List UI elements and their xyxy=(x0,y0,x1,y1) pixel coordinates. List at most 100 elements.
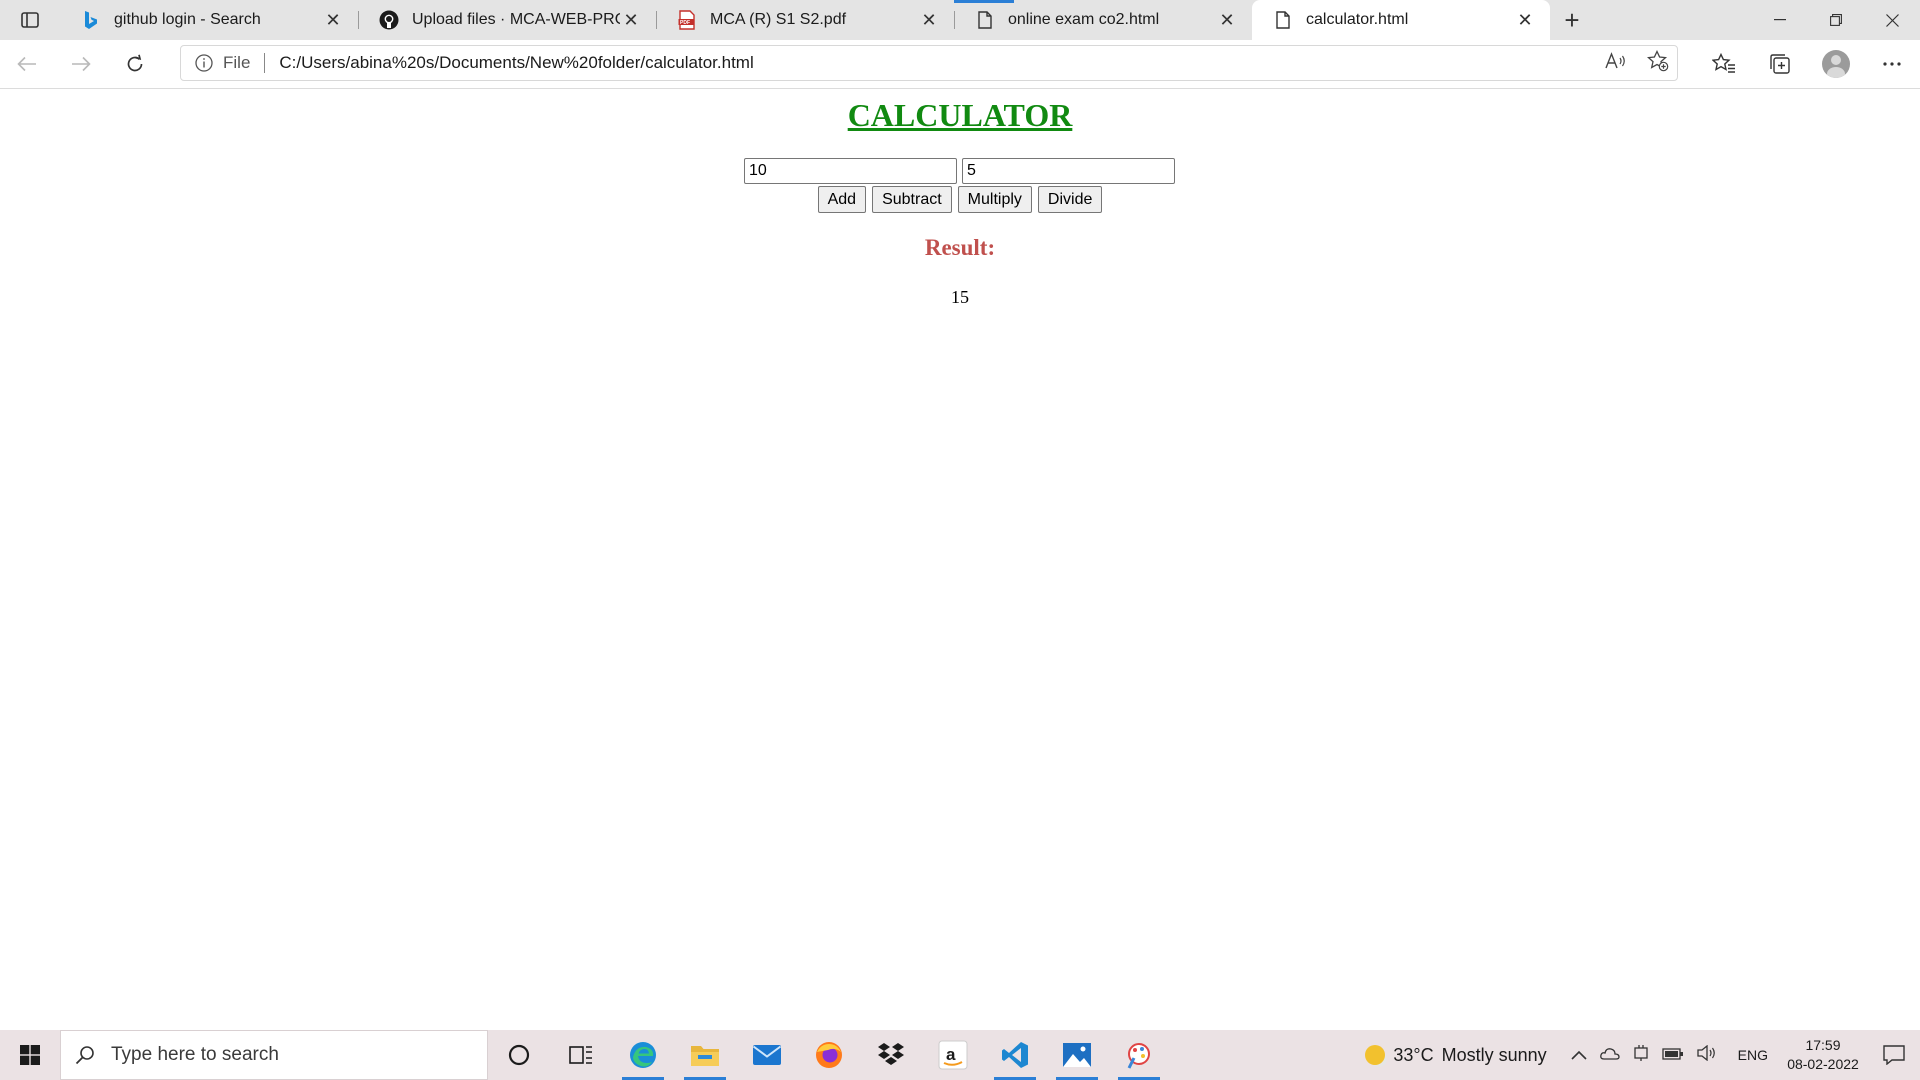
onedrive-icon[interactable] xyxy=(1599,1046,1620,1064)
amazon-icon: a xyxy=(938,1040,968,1070)
clock-time: 17:59 xyxy=(1805,1037,1841,1053)
subtract-button[interactable]: Subtract xyxy=(872,186,952,213)
add-favorite-button[interactable] xyxy=(1646,49,1669,77)
device-icon[interactable] xyxy=(1633,1044,1649,1066)
close-tab-icon[interactable]: ✕ xyxy=(322,9,344,31)
clock[interactable]: 17:59 08-02-2022 xyxy=(1778,1036,1868,1074)
second-number-input[interactable] xyxy=(962,158,1175,184)
start-button[interactable] xyxy=(0,1030,60,1080)
mail-icon xyxy=(752,1045,782,1065)
tab-title: Upload files · MCA-WEB-PROGRAMMING xyxy=(412,11,620,28)
weather-widget[interactable]: 33°C Mostly sunny xyxy=(1365,1044,1547,1066)
file-icon xyxy=(974,9,996,31)
result-heading: Result: xyxy=(924,235,996,260)
restore-button[interactable] xyxy=(1808,0,1864,40)
close-tab-icon[interactable]: ✕ xyxy=(1216,9,1238,31)
pdf-icon: PDF xyxy=(676,9,698,31)
browser-toolbar: File C:/Users/abina%20s/Documents/New%20… xyxy=(0,40,1920,89)
taskbar-app-dropbox[interactable] xyxy=(860,1030,922,1080)
arrow-right-icon xyxy=(72,56,91,72)
notifications-button[interactable] xyxy=(1868,1030,1920,1080)
svg-text:a: a xyxy=(946,1045,956,1064)
file-explorer-icon xyxy=(691,1046,719,1066)
taskbar-app-photos[interactable] xyxy=(1046,1030,1108,1080)
tab-title: online exam co2.html xyxy=(1008,11,1160,28)
star-add-icon xyxy=(1646,49,1669,71)
add-button[interactable]: Add xyxy=(817,186,867,213)
address-separator xyxy=(264,53,266,73)
back-button[interactable] xyxy=(0,40,54,88)
site-info-button[interactable]: File xyxy=(195,53,250,73)
file-icon xyxy=(1272,9,1294,31)
tab-calculator[interactable]: calculator.html ✕ xyxy=(1252,0,1550,40)
language-indicator[interactable]: ENG xyxy=(1738,1047,1768,1063)
refresh-icon xyxy=(127,54,143,72)
taskbar-app-vscode[interactable] xyxy=(984,1030,1046,1080)
close-tab-icon[interactable]: ✕ xyxy=(620,9,642,31)
firefox-icon xyxy=(816,1042,842,1068)
taskbar-app-paint[interactable] xyxy=(1108,1030,1170,1080)
close-window-button[interactable] xyxy=(1864,0,1920,40)
address-bar-actions xyxy=(1605,46,1669,80)
bing-icon xyxy=(80,9,102,31)
read-aloud-button[interactable] xyxy=(1605,51,1627,75)
tab-online-exam[interactable]: online exam co2.html ✕ xyxy=(954,0,1252,40)
toolbar-right xyxy=(1696,40,1920,88)
tab-actions-icon xyxy=(21,12,39,28)
collections-icon xyxy=(1770,54,1790,74)
clock-date: 08-02-2022 xyxy=(1787,1056,1859,1072)
paint-icon xyxy=(1127,1043,1150,1069)
search-icon xyxy=(75,1046,94,1065)
favorites-button[interactable] xyxy=(1696,40,1752,88)
windows-taskbar: Type here to search a 33°C Mostly sunny xyxy=(0,1030,1920,1080)
tab-title: calculator.html xyxy=(1306,11,1409,28)
photos-icon xyxy=(1063,1043,1091,1067)
arrow-left-icon xyxy=(17,56,36,72)
tab-github-login-search[interactable]: github login - Search ✕ xyxy=(60,0,358,40)
tab-title: MCA (R) S1 S2.pdf xyxy=(710,11,847,28)
taskbar-app-file-explorer[interactable] xyxy=(674,1030,736,1080)
window-controls xyxy=(1752,0,1920,40)
taskbar-search-box[interactable]: Type here to search xyxy=(60,1030,488,1080)
chevron-up-icon[interactable] xyxy=(1571,1047,1587,1064)
multiply-button[interactable]: Multiply xyxy=(957,186,1032,213)
settings-menu-button[interactable] xyxy=(1864,40,1920,88)
forward-button[interactable] xyxy=(54,40,108,88)
profile-button[interactable] xyxy=(1808,40,1864,88)
tab-actions-button[interactable] xyxy=(0,0,60,40)
tab-upload-files[interactable]: Upload files · MCA-WEB-PROGRAMMING ✕ xyxy=(358,0,656,40)
tab-loading-indicator xyxy=(954,0,1014,3)
address-bar[interactable]: File C:/Users/abina%20s/Documents/New%20… xyxy=(180,45,1678,81)
refresh-button[interactable] xyxy=(108,40,162,88)
github-icon xyxy=(378,9,400,31)
more-options-icon xyxy=(1883,62,1901,66)
tab-mca-pdf[interactable]: PDF MCA (R) S1 S2.pdf ✕ xyxy=(656,0,954,40)
taskbar-app-edge[interactable] xyxy=(612,1030,674,1080)
task-view-button[interactable] xyxy=(550,1030,612,1080)
close-tab-icon[interactable]: ✕ xyxy=(1514,9,1536,31)
vscode-icon xyxy=(1002,1042,1028,1068)
minimize-button[interactable] xyxy=(1752,0,1808,40)
dropbox-icon xyxy=(878,1043,904,1065)
system-tray: 33°C Mostly sunny ENG 17:59 08-02-2022 xyxy=(1365,1030,1920,1080)
sun-icon xyxy=(1365,1045,1386,1065)
edge-icon xyxy=(630,1042,656,1068)
new-tab-button[interactable]: + xyxy=(1550,0,1594,40)
battery-icon[interactable] xyxy=(1662,1047,1684,1064)
close-tab-icon[interactable]: ✕ xyxy=(918,9,940,31)
first-number-input[interactable] xyxy=(744,158,957,184)
favorites-icon xyxy=(1712,53,1735,73)
windows-logo-icon xyxy=(20,1045,40,1065)
number-inputs xyxy=(744,158,1175,184)
taskbar-app-firefox[interactable] xyxy=(798,1030,860,1080)
collections-button[interactable] xyxy=(1752,40,1808,88)
url-text[interactable]: C:/Users/abina%20s/Documents/New%20folde… xyxy=(279,53,753,73)
search-placeholder: Type here to search xyxy=(111,1044,279,1065)
tab-title: github login - Search xyxy=(114,11,261,28)
cortana-button[interactable] xyxy=(488,1030,550,1080)
volume-icon[interactable] xyxy=(1697,1044,1717,1065)
divide-button[interactable]: Divide xyxy=(1037,186,1103,213)
weather-condition: Mostly sunny xyxy=(1441,1044,1547,1065)
taskbar-app-mail[interactable] xyxy=(736,1030,798,1080)
taskbar-app-amazon[interactable]: a xyxy=(922,1030,984,1080)
